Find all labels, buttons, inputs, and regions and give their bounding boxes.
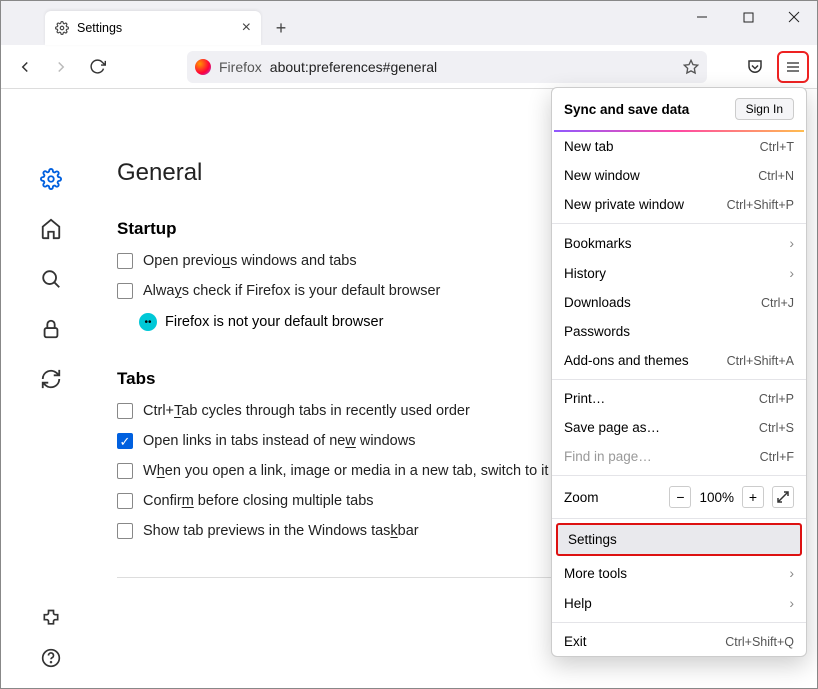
chevron-right-icon: › (789, 265, 794, 281)
zoom-label: Zoom (564, 490, 661, 505)
menu-downloads[interactable]: DownloadsCtrl+J (552, 288, 806, 317)
close-tab-icon[interactable]: × (242, 19, 251, 37)
menu-separator (552, 518, 806, 519)
sidebar-privacy[interactable] (37, 315, 65, 343)
menu-save-page[interactable]: Save page as…Ctrl+S (552, 413, 806, 442)
minimize-button[interactable] (679, 1, 725, 33)
option-label: Show tab previews in the Windows taskbar (143, 523, 419, 539)
option-label: Open links in tabs instead of new window… (143, 433, 415, 449)
checkbox-icon[interactable] (117, 523, 133, 539)
checkbox-icon[interactable] (117, 463, 133, 479)
option-label: Ctrl+Tab cycles through tabs in recently… (143, 403, 470, 419)
menu-history[interactable]: History› (552, 258, 806, 288)
menu-print[interactable]: Print…Ctrl+P (552, 384, 806, 413)
checkbox-icon[interactable] (117, 253, 133, 269)
reload-button[interactable] (81, 51, 113, 83)
firefox-logo-icon (195, 59, 211, 75)
checkbox-icon[interactable] (117, 403, 133, 419)
not-default-text: Firefox is not your default browser (165, 314, 383, 330)
new-tab-button[interactable]: + (267, 14, 295, 42)
sad-face-icon: •• (139, 313, 157, 331)
sidebar-extensions[interactable] (37, 604, 65, 632)
checkbox-icon[interactable] (117, 493, 133, 509)
menu-new-window[interactable]: New windowCtrl+N (552, 161, 806, 190)
zoom-out-button[interactable]: − (669, 486, 691, 508)
back-button[interactable] (9, 51, 41, 83)
app-menu-button[interactable] (777, 51, 809, 83)
pocket-button[interactable] (739, 51, 771, 83)
toolbar: Firefox about:preferences#general (1, 45, 817, 89)
menu-addons[interactable]: Add-ons and themesCtrl+Shift+A (552, 346, 806, 375)
menu-separator (552, 475, 806, 476)
fullscreen-button[interactable] (772, 486, 794, 508)
menu-bookmarks[interactable]: Bookmarks› (552, 228, 806, 258)
gear-icon (55, 21, 69, 35)
url-text: about:preferences#general (270, 59, 437, 75)
option-label: Confirm before closing multiple tabs (143, 493, 374, 509)
menu-find-in-page[interactable]: Find in page…Ctrl+F (552, 442, 806, 471)
sidebar-general[interactable] (37, 165, 65, 193)
window-controls (679, 1, 817, 33)
sidebar-home[interactable] (37, 215, 65, 243)
menu-exit[interactable]: ExitCtrl+Shift+Q (552, 627, 806, 656)
option-label: Always check if Firefox is your default … (143, 283, 440, 299)
menu-help[interactable]: Help› (552, 588, 806, 618)
url-bar[interactable]: Firefox about:preferences#general (187, 51, 707, 83)
maximize-button[interactable] (725, 1, 771, 33)
checkbox-icon[interactable] (117, 283, 133, 299)
menu-settings[interactable]: Settings (556, 523, 802, 556)
sidebar-help[interactable] (37, 644, 65, 672)
menu-passwords[interactable]: Passwords (552, 317, 806, 346)
sign-in-button[interactable]: Sign In (735, 98, 794, 120)
title-bar: Settings × + (1, 1, 817, 45)
chevron-right-icon: › (789, 565, 794, 581)
menu-more-tools[interactable]: More tools› (552, 558, 806, 588)
sidebar-search[interactable] (37, 265, 65, 293)
app-menu: Sync and save data Sign In New tabCtrl+T… (551, 87, 807, 657)
chevron-right-icon: › (789, 235, 794, 251)
forward-button[interactable] (45, 51, 77, 83)
menu-separator (552, 223, 806, 224)
close-window-button[interactable] (771, 1, 817, 33)
sidebar-sync[interactable] (37, 365, 65, 393)
zoom-in-button[interactable]: + (742, 486, 764, 508)
settings-sidebar (1, 89, 101, 688)
chevron-right-icon: › (789, 595, 794, 611)
tab-title: Settings (77, 21, 122, 35)
menu-new-tab[interactable]: New tabCtrl+T (552, 132, 806, 161)
url-label: Firefox (219, 59, 262, 75)
browser-tab[interactable]: Settings × (45, 11, 261, 45)
sync-label: Sync and save data (564, 102, 689, 117)
zoom-value: 100% (699, 490, 734, 505)
bookmark-star-icon[interactable] (683, 59, 699, 75)
option-label: When you open a link, image or media in … (143, 463, 548, 479)
checkbox-icon[interactable] (117, 433, 133, 449)
menu-new-private-window[interactable]: New private windowCtrl+Shift+P (552, 190, 806, 219)
option-label: Open previous windows and tabs (143, 253, 357, 269)
menu-sync-header: Sync and save data Sign In (552, 88, 806, 130)
menu-separator (552, 379, 806, 380)
menu-zoom: Zoom − 100% + (552, 480, 806, 514)
menu-separator (552, 622, 806, 623)
